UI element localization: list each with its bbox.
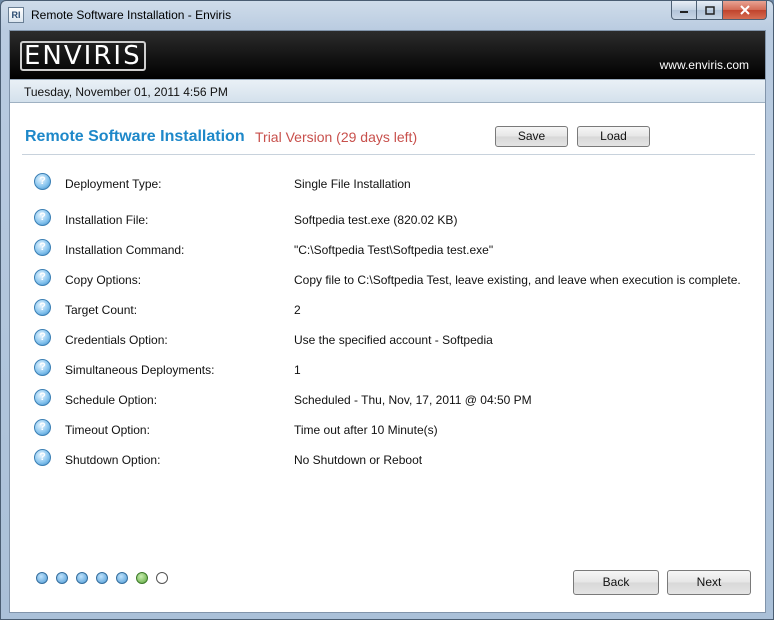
wizard-step-dot bbox=[56, 572, 68, 584]
summary-value: No Shutdown or Reboot bbox=[294, 453, 423, 467]
save-button[interactable]: Save bbox=[495, 126, 568, 147]
summary-value: Scheduled - Thu, Nov, 17, 2011 @ 04:50 P… bbox=[294, 393, 532, 407]
summary-label: Timeout Option: bbox=[65, 423, 150, 437]
summary-value: Softpedia test.exe (820.02 KB) bbox=[294, 213, 458, 227]
summary-row-schedule-option: ? Schedule Option: Scheduled - Thu, Nov,… bbox=[10, 387, 765, 411]
help-icon[interactable]: ? bbox=[34, 269, 51, 286]
summary-row-credentials-option: ? Credentials Option: Use the specified … bbox=[10, 327, 765, 351]
current-date: Tuesday, November 01, 2011 4:56 PM bbox=[24, 85, 228, 99]
window-controls bbox=[671, 1, 767, 21]
summary-value: "C:\Softpedia Test\Softpedia test.exe" bbox=[294, 243, 494, 257]
close-button[interactable] bbox=[723, 1, 767, 20]
summary-value: 2 bbox=[294, 303, 301, 317]
wizard-progress bbox=[36, 572, 168, 584]
window-title: Remote Software Installation - Enviris bbox=[31, 8, 232, 22]
page-title: Remote Software Installation bbox=[25, 128, 245, 145]
trial-status: Trial Version (29 days left) bbox=[255, 129, 418, 145]
close-icon bbox=[739, 5, 750, 15]
wizard-step-dot bbox=[96, 572, 108, 584]
header-band: ENVIRIS www.enviris.com bbox=[10, 31, 765, 79]
summary-label: Deployment Type: bbox=[65, 177, 162, 191]
help-icon[interactable]: ? bbox=[34, 299, 51, 316]
minimize-icon bbox=[680, 11, 688, 13]
next-button[interactable]: Next bbox=[667, 570, 751, 595]
section-divider bbox=[22, 154, 755, 155]
summary-label: Shutdown Option: bbox=[65, 453, 161, 467]
app-window: RI Remote Software Installation - Enviri… bbox=[0, 0, 774, 620]
help-icon[interactable]: ? bbox=[34, 359, 51, 376]
help-icon[interactable]: ? bbox=[34, 449, 51, 466]
summary-label: Copy Options: bbox=[65, 273, 142, 287]
help-icon[interactable]: ? bbox=[34, 329, 51, 346]
wizard-step-dot bbox=[116, 572, 128, 584]
load-button[interactable]: Load bbox=[577, 126, 650, 147]
help-icon[interactable]: ? bbox=[34, 419, 51, 436]
client-area: ENVIRIS www.enviris.com Tuesday, Novembe… bbox=[9, 30, 766, 613]
maximize-icon bbox=[704, 5, 715, 15]
wizard-step-dot bbox=[76, 572, 88, 584]
summary-label: Credentials Option: bbox=[65, 333, 168, 347]
summary-row-installation-file: ? Installation File: Softpedia test.exe … bbox=[10, 207, 765, 231]
summary-value: Copy file to C:\Softpedia Test, leave ex… bbox=[294, 273, 741, 287]
title-bar[interactable]: RI Remote Software Installation - Enviri… bbox=[1, 1, 773, 29]
date-bar: Tuesday, November 01, 2011 4:56 PM bbox=[10, 79, 765, 103]
app-icon[interactable]: RI bbox=[8, 7, 24, 23]
back-button[interactable]: Back bbox=[573, 570, 659, 595]
enviris-logo: ENVIRIS bbox=[20, 41, 146, 71]
summary-label: Schedule Option: bbox=[65, 393, 158, 407]
summary-label: Simultaneous Deployments: bbox=[65, 363, 215, 377]
wizard-step-dot bbox=[156, 572, 168, 584]
summary-label: Installation File: bbox=[65, 213, 149, 227]
summary-value: Time out after 10 Minute(s) bbox=[294, 423, 438, 437]
summary-row-simultaneous-deployments: ? Simultaneous Deployments: 1 bbox=[10, 357, 765, 381]
summary-value: Single File Installation bbox=[294, 177, 411, 191]
summary-label: Installation Command: bbox=[65, 243, 185, 257]
summary-row-copy-options: ? Copy Options: Copy file to C:\Softpedi… bbox=[10, 267, 765, 291]
website-link[interactable]: www.enviris.com bbox=[660, 58, 749, 72]
help-icon[interactable]: ? bbox=[34, 173, 51, 190]
summary-label: Target Count: bbox=[65, 303, 138, 317]
summary-value: Use the specified account - Softpedia bbox=[294, 333, 493, 347]
summary-row-timeout-option: ? Timeout Option: Time out after 10 Minu… bbox=[10, 417, 765, 441]
summary-value: 1 bbox=[294, 363, 301, 377]
help-icon[interactable]: ? bbox=[34, 239, 51, 256]
summary-row-deployment-type: ? Deployment Type: Single File Installat… bbox=[10, 171, 765, 195]
help-icon[interactable]: ? bbox=[34, 389, 51, 406]
wizard-step-dot bbox=[136, 572, 148, 584]
wizard-step-dot bbox=[36, 572, 48, 584]
summary-row-installation-command: ? Installation Command: "C:\Softpedia Te… bbox=[10, 237, 765, 261]
summary-row-target-count: ? Target Count: 2 bbox=[10, 297, 765, 321]
maximize-button[interactable] bbox=[697, 1, 723, 20]
help-icon[interactable]: ? bbox=[34, 209, 51, 226]
summary-row-shutdown-option: ? Shutdown Option: No Shutdown or Reboot bbox=[10, 447, 765, 471]
minimize-button[interactable] bbox=[671, 1, 697, 20]
